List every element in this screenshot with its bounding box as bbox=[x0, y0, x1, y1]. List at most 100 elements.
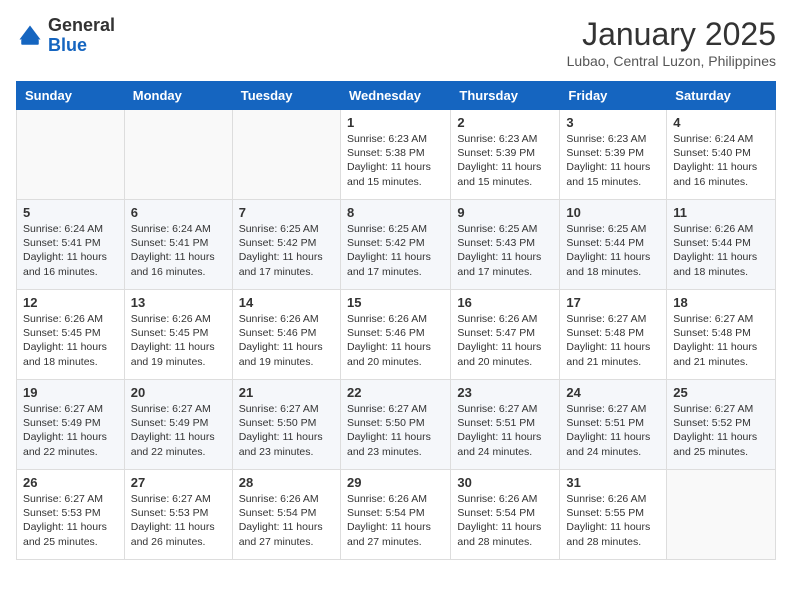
logo-general: General bbox=[48, 15, 115, 35]
day-number: 14 bbox=[239, 295, 334, 310]
day-number: 26 bbox=[23, 475, 118, 490]
day-number: 23 bbox=[457, 385, 553, 400]
day-number: 25 bbox=[673, 385, 769, 400]
logo: General Blue bbox=[16, 16, 115, 56]
day-details: Sunrise: 6:26 AMSunset: 5:46 PMDaylight:… bbox=[347, 312, 444, 369]
day-number: 29 bbox=[347, 475, 444, 490]
day-details: Sunrise: 6:27 AMSunset: 5:48 PMDaylight:… bbox=[673, 312, 769, 369]
day-details: Sunrise: 6:27 AMSunset: 5:51 PMDaylight:… bbox=[566, 402, 660, 459]
day-details: Sunrise: 6:26 AMSunset: 5:44 PMDaylight:… bbox=[673, 222, 769, 279]
day-number: 10 bbox=[566, 205, 660, 220]
day-details: Sunrise: 6:26 AMSunset: 5:54 PMDaylight:… bbox=[457, 492, 553, 549]
day-number: 11 bbox=[673, 205, 769, 220]
page-header: General Blue January 2025 Lubao, Central… bbox=[16, 16, 776, 69]
weekday-header-wednesday: Wednesday bbox=[340, 82, 450, 110]
day-number: 3 bbox=[566, 115, 660, 130]
calendar-cell: 20Sunrise: 6:27 AMSunset: 5:49 PMDayligh… bbox=[124, 380, 232, 470]
calendar-cell: 18 Sunrise: 6:27 AMSunset: 5:48 PMDayligh… bbox=[667, 290, 776, 380]
weekday-header-tuesday: Tuesday bbox=[232, 82, 340, 110]
calendar-cell: 15 Sunrise: 6:26 AMSunset: 5:46 PMDayligh… bbox=[340, 290, 450, 380]
logo-text: General Blue bbox=[48, 16, 115, 56]
calendar-cell: 13 Sunrise: 6:26 AMSunset: 5:45 PMDayligh… bbox=[124, 290, 232, 380]
day-details: Sunrise: 6:27 AMSunset: 5:49 PMDaylight:… bbox=[23, 402, 118, 459]
day-number: 9 bbox=[457, 205, 553, 220]
logo-blue: Blue bbox=[48, 35, 87, 55]
calendar-cell: 5Sunrise: 6:24 AMSunset: 5:41 PMDaylight… bbox=[17, 200, 125, 290]
weekday-header-thursday: Thursday bbox=[451, 82, 560, 110]
day-details: Sunrise: 6:25 AMSunset: 5:43 PMDaylight:… bbox=[457, 222, 553, 279]
week-row-1: 1 Sunrise: 6:23 AMSunset: 5:38 PMDaylight… bbox=[17, 110, 776, 200]
day-details: Sunrise: 6:26 AMSunset: 5:54 PMDaylight:… bbox=[239, 492, 334, 549]
day-details: Sunrise: 6:26 AMSunset: 5:45 PMDaylight:… bbox=[131, 312, 226, 369]
day-details: Sunrise: 6:27 AMSunset: 5:52 PMDaylight:… bbox=[673, 402, 769, 459]
week-row-4: 19 Sunrise: 6:27 AMSunset: 5:49 PMDayligh… bbox=[17, 380, 776, 470]
day-number: 15 bbox=[347, 295, 444, 310]
calendar-cell: 6 Sunrise: 6:24 AMSunset: 5:41 PMDaylight… bbox=[124, 200, 232, 290]
day-number: 22 bbox=[347, 385, 444, 400]
logo-icon bbox=[16, 22, 44, 50]
calendar-cell: 27 Sunrise: 6:27 AMSunset: 5:53 PMDayligh… bbox=[124, 470, 232, 560]
day-details: Sunrise: 6:26 AMSunset: 5:47 PMDaylight:… bbox=[457, 312, 553, 369]
day-number: 6 bbox=[131, 205, 226, 220]
calendar-title: January 2025 bbox=[567, 16, 776, 53]
day-details: Sunrise: 6:25 AMSunset: 5:42 PMDaylight:… bbox=[347, 222, 444, 279]
calendar-cell: 21 Sunrise: 6:27 AMSunset: 5:50 PMDayligh… bbox=[232, 380, 340, 470]
day-number: 30 bbox=[457, 475, 553, 490]
day-details: Sunrise: 6:25 AMSunset: 5:44 PMDaylight:… bbox=[566, 222, 660, 279]
calendar-cell: 4 Sunrise: 6:24 AMSunset: 5:40 PMDaylight… bbox=[667, 110, 776, 200]
day-details: Sunrise: 6:23 AMSunset: 5:39 PMDaylight:… bbox=[457, 132, 553, 189]
day-details: Sunrise: 6:25 AMSunset: 5:42 PMDaylight:… bbox=[239, 222, 334, 279]
day-number: 8 bbox=[347, 205, 444, 220]
day-number: 28 bbox=[239, 475, 334, 490]
calendar-cell: 9 Sunrise: 6:25 AMSunset: 5:43 PMDaylight… bbox=[451, 200, 560, 290]
day-details: Sunrise: 6:27 AMSunset: 5:51 PMDaylight:… bbox=[457, 402, 553, 459]
day-details: Sunrise: 6:26 AMSunset: 5:45 PMDaylight:… bbox=[23, 312, 118, 369]
day-number: 2 bbox=[457, 115, 553, 130]
calendar-table: SundayMondayTuesdayWednesdayThursdayFrid… bbox=[16, 81, 776, 560]
day-details: Sunrise: 6:23 AMSunset: 5:39 PMDaylight:… bbox=[566, 132, 660, 189]
day-number: 1 bbox=[347, 115, 444, 130]
day-details: Sunrise: 6:24 AMSunset: 5:41 PMDaylight:… bbox=[23, 222, 118, 279]
day-number: 21 bbox=[239, 385, 334, 400]
day-number: 16 bbox=[457, 295, 553, 310]
day-details: Sunrise: 6:27 AMSunset: 5:48 PMDaylight:… bbox=[566, 312, 660, 369]
weekday-header-row: SundayMondayTuesdayWednesdayThursdayFrid… bbox=[17, 82, 776, 110]
calendar-location: Lubao, Central Luzon, Philippines bbox=[567, 53, 776, 69]
week-row-2: 5Sunrise: 6:24 AMSunset: 5:41 PMDaylight… bbox=[17, 200, 776, 290]
day-number: 24 bbox=[566, 385, 660, 400]
day-number: 18 bbox=[673, 295, 769, 310]
calendar-cell: 23 Sunrise: 6:27 AMSunset: 5:51 PMDayligh… bbox=[451, 380, 560, 470]
calendar-cell: 22 Sunrise: 6:27 AMSunset: 5:50 PMDayligh… bbox=[340, 380, 450, 470]
day-details: Sunrise: 6:27 AMSunset: 5:50 PMDaylight:… bbox=[347, 402, 444, 459]
day-number: 27 bbox=[131, 475, 226, 490]
calendar-cell bbox=[124, 110, 232, 200]
calendar-cell: 3 Sunrise: 6:23 AMSunset: 5:39 PMDaylight… bbox=[560, 110, 667, 200]
calendar-cell: 14Sunrise: 6:26 AMSunset: 5:46 PMDayligh… bbox=[232, 290, 340, 380]
day-number: 12 bbox=[23, 295, 118, 310]
day-details: Sunrise: 6:27 AMSunset: 5:49 PMDaylight:… bbox=[131, 402, 226, 459]
day-number: 4 bbox=[673, 115, 769, 130]
day-details: Sunrise: 6:24 AMSunset: 5:40 PMDaylight:… bbox=[673, 132, 769, 189]
day-number: 19 bbox=[23, 385, 118, 400]
weekday-header-monday: Monday bbox=[124, 82, 232, 110]
weekday-header-friday: Friday bbox=[560, 82, 667, 110]
calendar-cell: 25 Sunrise: 6:27 AMSunset: 5:52 PMDayligh… bbox=[667, 380, 776, 470]
day-details: Sunrise: 6:24 AMSunset: 5:41 PMDaylight:… bbox=[131, 222, 226, 279]
day-details: Sunrise: 6:27 AMSunset: 5:53 PMDaylight:… bbox=[131, 492, 226, 549]
week-row-3: 12 Sunrise: 6:26 AMSunset: 5:45 PMDayligh… bbox=[17, 290, 776, 380]
week-row-5: 26 Sunrise: 6:27 AMSunset: 5:53 PMDayligh… bbox=[17, 470, 776, 560]
calendar-cell: 8 Sunrise: 6:25 AMSunset: 5:42 PMDaylight… bbox=[340, 200, 450, 290]
day-details: Sunrise: 6:26 AMSunset: 5:54 PMDaylight:… bbox=[347, 492, 444, 549]
calendar-cell: 11 Sunrise: 6:26 AMSunset: 5:44 PMDayligh… bbox=[667, 200, 776, 290]
calendar-cell: 24 Sunrise: 6:27 AMSunset: 5:51 PMDayligh… bbox=[560, 380, 667, 470]
calendar-cell: 26Sunrise: 6:27 AMSunset: 5:53 PMDayligh… bbox=[17, 470, 125, 560]
day-details: Sunrise: 6:26 AMSunset: 5:55 PMDaylight:… bbox=[566, 492, 660, 549]
weekday-header-sunday: Sunday bbox=[17, 82, 125, 110]
calendar-cell: 10 Sunrise: 6:25 AMSunset: 5:44 PMDayligh… bbox=[560, 200, 667, 290]
title-block: January 2025 Lubao, Central Luzon, Phili… bbox=[567, 16, 776, 69]
calendar-cell: 12 Sunrise: 6:26 AMSunset: 5:45 PMDayligh… bbox=[17, 290, 125, 380]
calendar-cell: 19 Sunrise: 6:27 AMSunset: 5:49 PMDayligh… bbox=[17, 380, 125, 470]
day-details: Sunrise: 6:23 AMSunset: 5:38 PMDaylight:… bbox=[347, 132, 444, 189]
day-number: 13 bbox=[131, 295, 226, 310]
day-details: Sunrise: 6:27 AMSunset: 5:50 PMDaylight:… bbox=[239, 402, 334, 459]
